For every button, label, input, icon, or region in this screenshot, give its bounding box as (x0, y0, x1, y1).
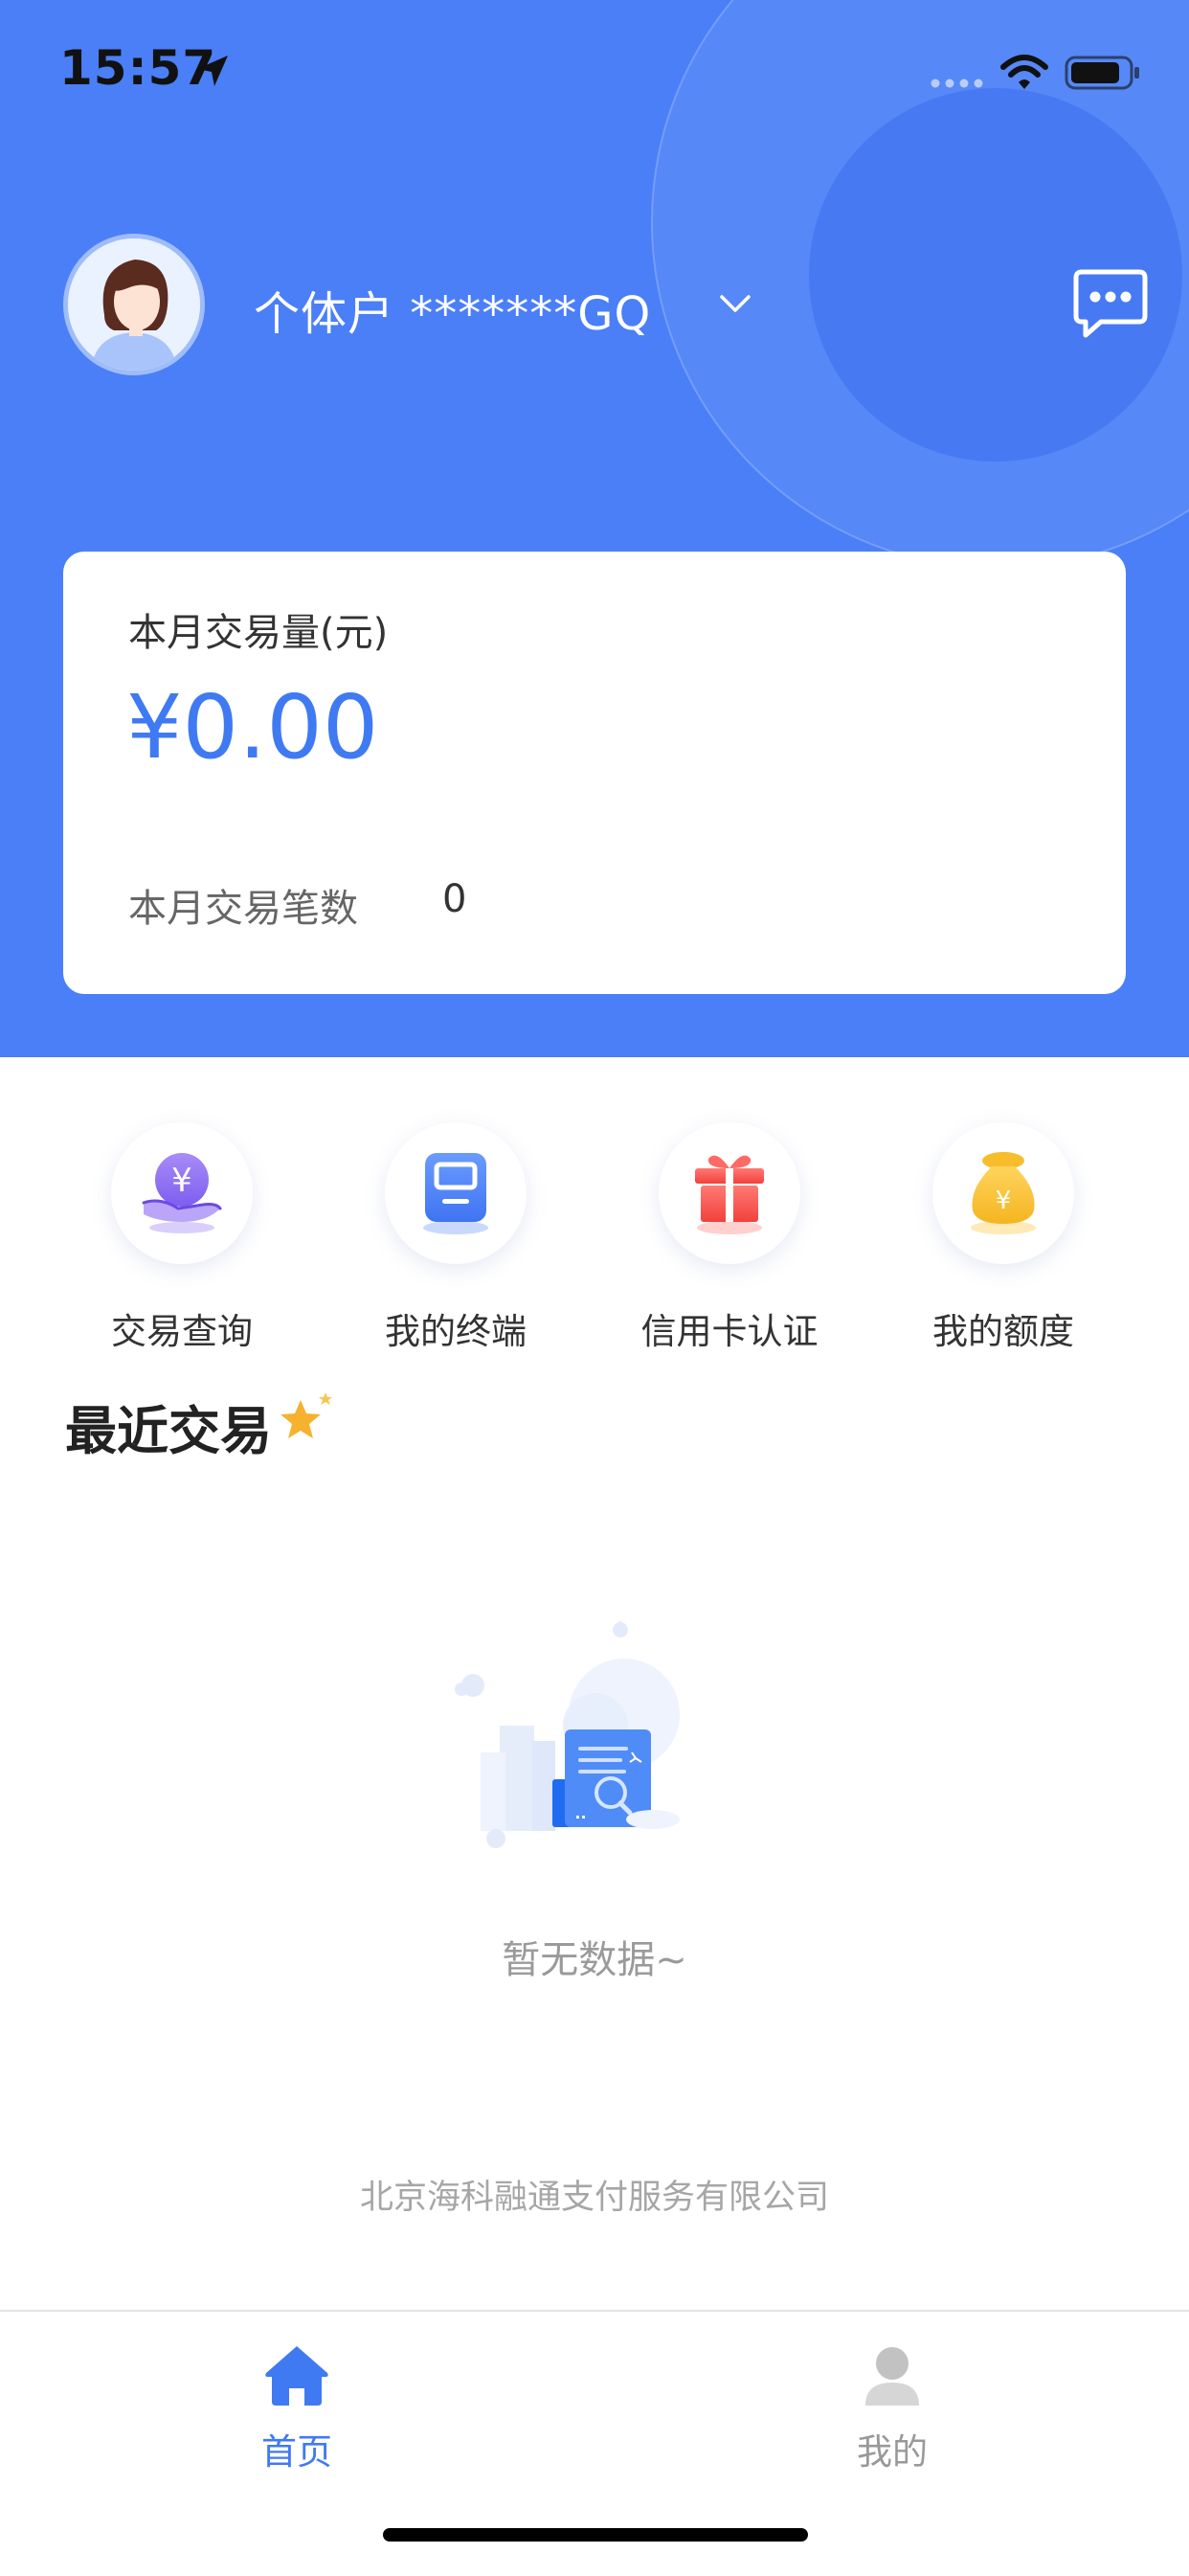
quick-action-my-terminal[interactable]: 我的终端 (350, 1120, 561, 1352)
user-icon (865, 2347, 919, 2406)
home-indicator (383, 2528, 808, 2542)
month-count-value: 0 (442, 877, 467, 921)
tab-mine[interactable]: 我的 (796, 2340, 988, 2474)
tab-home[interactable]: 首页 (201, 2340, 393, 2474)
quick-action-credit-card-auth[interactable]: 信用卡认证 (624, 1120, 835, 1352)
svg-text:¥: ¥ (996, 1186, 1012, 1215)
monthly-summary-card: 本月交易量(元) ¥0.00 本月交易笔数 0 (63, 552, 1126, 994)
terminal-icon (423, 1153, 488, 1234)
gift-icon (695, 1155, 764, 1234)
wifi-icon (1000, 55, 1048, 89)
company-footer: 北京海科融通支付服务有限公司 (359, 2179, 829, 2217)
message-icon[interactable] (1072, 266, 1149, 341)
empty-state-illustration (455, 1620, 680, 1848)
avatar-icon (68, 238, 200, 371)
quick-actions: ¥ 交易查询 我的终端 信用卡认证 ¥ 我的额度 (0, 1120, 1189, 1352)
money-bag-icon: ¥ (971, 1152, 1036, 1234)
star-icon (280, 1392, 332, 1438)
tab-label: 首页 (261, 2431, 332, 2473)
quick-action-label: 我的终端 (385, 1311, 527, 1352)
quick-action-transaction-query[interactable]: ¥ 交易查询 (77, 1120, 287, 1352)
month-volume-value: ¥0.00 (126, 676, 379, 779)
quick-action-label: 我的额度 (932, 1311, 1074, 1352)
tab-label: 我的 (857, 2431, 928, 2473)
home-icon (265, 2346, 328, 2406)
yuan-hand-icon: ¥ (142, 1153, 222, 1233)
location-arrow-icon (197, 56, 228, 86)
quick-action-label: 信用卡认证 (640, 1311, 819, 1352)
avatar[interactable] (63, 234, 205, 375)
status-bar: 15:57 (0, 0, 1189, 144)
cellular-signal-icon (931, 79, 983, 88)
empty-state-text: 暂无数据~ (502, 1938, 687, 1982)
month-volume-label: 本月交易量(元) (128, 611, 389, 655)
battery-icon (1065, 56, 1139, 90)
svg-text:¥: ¥ (171, 1162, 192, 1200)
quick-action-my-limit[interactable]: ¥ 我的额度 (898, 1120, 1109, 1352)
recent-transactions-title: 最近交易 (65, 1401, 272, 1461)
chevron-down-icon[interactable] (716, 289, 754, 318)
account-name[interactable]: 个体户 *******GQ (254, 276, 651, 343)
month-count-label: 本月交易笔数 (128, 887, 358, 931)
quick-action-label: 交易查询 (111, 1311, 253, 1352)
